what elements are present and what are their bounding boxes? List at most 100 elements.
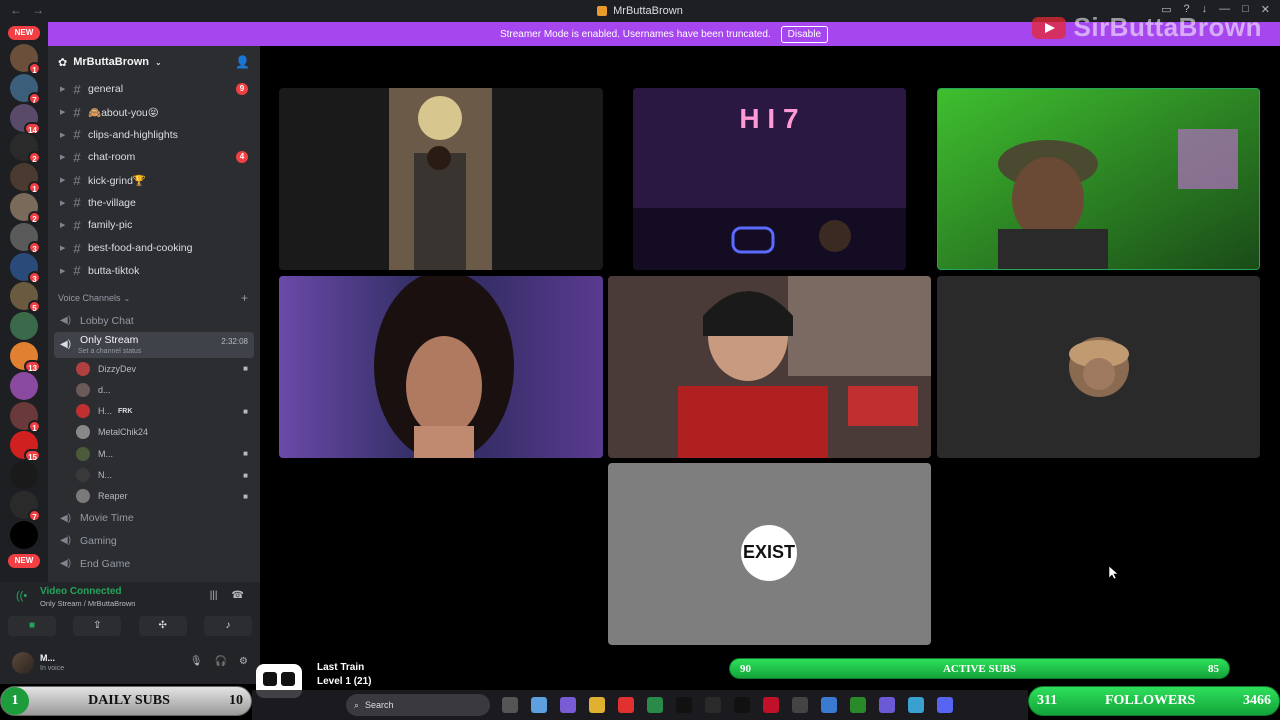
voice-connected-subtitle[interactable]: Only Stream / MrButtaBrown: [40, 599, 135, 608]
voice-channel[interactable]: ◀) Movie Time: [48, 507, 260, 530]
taskbar-app-icon[interactable]: [502, 697, 518, 713]
signal-icon[interactable]: ((•: [16, 590, 27, 602]
disable-button[interactable]: Disable: [780, 25, 829, 43]
voice-member[interactable]: M... ■: [48, 443, 260, 464]
server-icon[interactable]: 5: [10, 282, 41, 314]
taskbar-app-icon[interactable]: [763, 697, 779, 713]
activities-button[interactable]: ✣: [138, 616, 187, 636]
text-channel[interactable]: ▶ # clips-and-highlights: [48, 123, 260, 146]
member-name: d...: [98, 384, 111, 395]
channel-label: best-food-and-cooking: [88, 242, 193, 255]
text-channel[interactable]: ▶ # butta-tiktok: [48, 260, 260, 283]
taskbar-app-icon[interactable]: [589, 697, 605, 713]
voice-connected-title: Video Connected: [40, 586, 122, 597]
text-channel[interactable]: ▶ # kick-grind🏆: [48, 169, 260, 192]
close-icon[interactable]: ✕: [1261, 3, 1270, 16]
channel-status[interactable]: Set a channel status: [78, 348, 141, 355]
server-icon[interactable]: 1: [10, 44, 41, 75]
voice-member[interactable]: DizzyDev ■: [48, 358, 260, 379]
avatar[interactable]: [12, 652, 34, 674]
server-icon[interactable]: 15: [10, 431, 41, 463]
video-tile-3[interactable]: [937, 88, 1260, 270]
chevron-right-icon: ▶: [60, 267, 66, 275]
video-tile-2[interactable]: H I 7 ✎: [633, 88, 906, 270]
video-tile-6[interactable]: [937, 276, 1260, 458]
server-favicon-icon: [597, 6, 608, 16]
video-tile-4[interactable]: [279, 276, 603, 458]
server-icon[interactable]: 1: [10, 163, 41, 195]
other-voice-channels: ◀) Movie Time ◀) Gaming ◀) End Game: [48, 507, 260, 575]
taskbar-app-icon[interactable]: [879, 697, 895, 713]
server-badge: 7: [28, 91, 41, 105]
search-input[interactable]: ⌕ Search: [346, 694, 490, 716]
server-icon[interactable]: 13: [10, 342, 41, 373]
taskbar-app-icon[interactable]: [792, 697, 808, 713]
invite-icon[interactable]: 👤: [235, 55, 250, 69]
search-icon: ⌕: [354, 699, 360, 710]
microphone-icon[interactable]: 🎙: [190, 656, 203, 667]
server-icon[interactable]: [10, 520, 38, 549]
taskbar-app-icon[interactable]: [821, 697, 837, 713]
voice-channels-section[interactable]: Voice Channels ⌄ +: [48, 287, 260, 309]
server-icon[interactable]: [10, 371, 38, 400]
text-channel[interactable]: ▶ # family-pic: [48, 214, 260, 237]
video-tile-7[interactable]: EXIST: [608, 463, 931, 645]
server-icon[interactable]: 2: [10, 193, 41, 224]
disconnect-icon[interactable]: ☎: [232, 590, 244, 601]
headphones-icon[interactable]: 🎧: [215, 656, 227, 667]
text-channel[interactable]: ▶ # the-village: [48, 191, 260, 214]
screen-share-button[interactable]: ⇪: [73, 616, 122, 636]
text-channel[interactable]: ▶ # general 9: [48, 78, 260, 101]
forward-icon[interactable]: →: [32, 3, 44, 17]
server-icon[interactable]: 14: [10, 103, 41, 135]
taskbar-app-icon[interactable]: [850, 697, 866, 713]
server-icon[interactable]: 1: [10, 401, 41, 433]
channel-label: kick-grind🏆: [88, 174, 147, 187]
nav-arrows[interactable]: ← →: [10, 3, 54, 17]
gear-icon[interactable]: ⚙: [239, 656, 248, 667]
server-header[interactable]: ✿ MrButtaBrown ⌄ 👤: [48, 46, 260, 78]
channel-label: butta-tiktok: [88, 264, 140, 277]
channel-label: clips-and-highlights: [88, 128, 178, 141]
chevron-right-icon: ▶: [60, 154, 66, 162]
voice-member[interactable]: N... ■: [48, 464, 260, 485]
taskbar-app-icon[interactable]: [618, 697, 634, 713]
noise-suppression-icon[interactable]: |||: [210, 590, 218, 601]
voice-channel[interactable]: ◀) Gaming: [48, 530, 260, 553]
voice-member[interactable]: MetalChik24: [48, 422, 260, 443]
server-icon[interactable]: 3: [10, 252, 41, 284]
taskbar-app-icon[interactable]: [531, 697, 547, 713]
taskbar-app-icon[interactable]: [705, 697, 721, 713]
voice-member[interactable]: d...: [48, 379, 260, 400]
text-channel[interactable]: ▶ # 🙈about-you😝: [48, 101, 260, 124]
taskbar-app-icon[interactable]: [908, 697, 924, 713]
camera-button[interactable]: ■: [8, 616, 56, 636]
server-icon[interactable]: [10, 461, 38, 490]
taskbar-app-icon[interactable]: [676, 697, 692, 713]
add-channel-icon[interactable]: +: [241, 291, 248, 305]
voice-channel-active[interactable]: ◀) Only Stream 2:32:08 Set a channel sta…: [54, 331, 254, 358]
voice-channel[interactable]: ◀) End Game: [48, 552, 260, 575]
server-icon[interactable]: 2: [10, 133, 41, 165]
soundboard-button[interactable]: ♪: [203, 616, 252, 636]
text-channel[interactable]: ▶ # chat-room 4: [48, 146, 260, 169]
server-badge: 5: [28, 300, 41, 314]
back-icon[interactable]: ←: [10, 3, 22, 17]
server-icon[interactable]: [10, 312, 38, 341]
taskbar-app-icon[interactable]: [734, 697, 750, 713]
voice-member[interactable]: Reaper ■: [48, 486, 260, 507]
taskbar-app-icon[interactable]: [560, 697, 576, 713]
video-tile-5[interactable]: [608, 276, 931, 458]
youtube-icon: [1031, 16, 1066, 39]
server-icon[interactable]: 7: [10, 491, 41, 522]
server-icon[interactable]: 7: [10, 73, 41, 105]
active-subs-right: 85: [1208, 662, 1219, 675]
taskbar-app-icon[interactable]: [647, 697, 663, 713]
voice-channel-lobby[interactable]: ◀) Lobby Chat: [48, 309, 260, 332]
video-tile-1[interactable]: [279, 88, 603, 270]
chevron-right-icon: ▶: [60, 177, 66, 185]
server-icon[interactable]: 3: [10, 222, 41, 254]
voice-member[interactable]: H... FRK ■: [48, 400, 260, 421]
text-channel[interactable]: ▶ # best-food-and-cooking: [48, 237, 260, 260]
taskbar-app-icon[interactable]: [937, 697, 953, 713]
